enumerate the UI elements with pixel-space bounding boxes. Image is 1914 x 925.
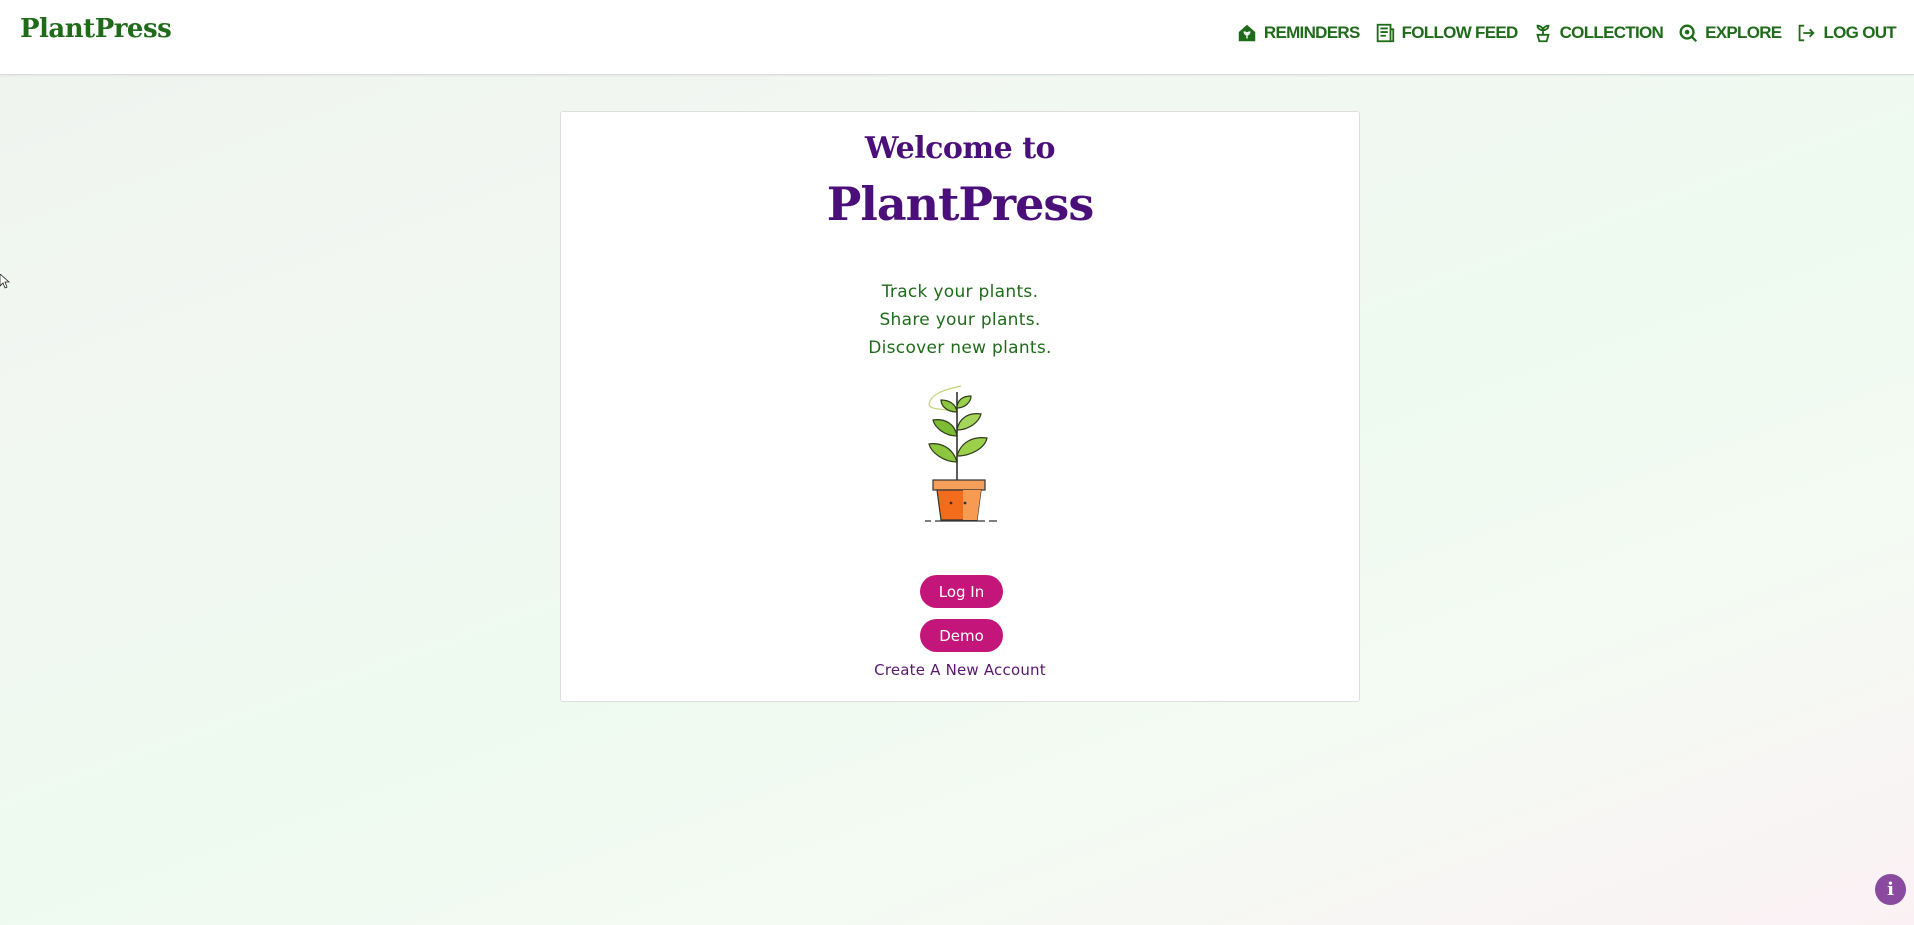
demo-button[interactable]: Demo <box>920 619 1003 652</box>
logout-icon <box>1795 22 1817 44</box>
nav-logout-label: LOG OUT <box>1823 23 1896 42</box>
search-icon <box>1677 22 1699 44</box>
brand-logo[interactable]: PlantPress <box>20 14 172 44</box>
newspaper-icon <box>1374 22 1396 44</box>
home-plant-icon <box>1236 22 1258 44</box>
nav-explore[interactable]: EXPLORE <box>1677 22 1782 44</box>
sprout-icon <box>1532 22 1554 44</box>
tagline-track: Track your plants. <box>881 282 1039 302</box>
nav-reminders[interactable]: REMINDERS <box>1236 22 1360 44</box>
nav-links: REMINDERS FOLLOW FEED COLLECTION EXPLORE… <box>1236 20 1897 46</box>
potted-plant-illustration <box>923 382 1003 524</box>
page-title: PlantPress <box>826 177 1094 231</box>
nav-collection[interactable]: COLLECTION <box>1532 22 1664 44</box>
mouse-cursor-icon <box>0 274 10 289</box>
nav-follow-feed[interactable]: FOLLOW FEED <box>1374 22 1518 44</box>
nav-logout[interactable]: LOG OUT <box>1795 22 1897 44</box>
nav-explore-label: EXPLORE <box>1705 23 1782 42</box>
nav-collection-label: COLLECTION <box>1559 23 1664 42</box>
tagline-share: Share your plants. <box>879 310 1041 330</box>
nav-follow-feed-label: FOLLOW FEED <box>1401 23 1519 42</box>
info-icon: i <box>1887 879 1894 900</box>
taglines: Track your plants. Share your plants. Di… <box>561 278 1359 362</box>
top-navbar: PlantPress REMINDERS FOLLOW FEED COLLECT… <box>0 0 1914 75</box>
welcome-card: Welcome to PlantPress Track your plants.… <box>560 111 1360 702</box>
nav-reminders-label: REMINDERS <box>1263 23 1360 42</box>
info-button[interactable]: i <box>1875 874 1906 905</box>
login-button[interactable]: Log In <box>920 575 1003 608</box>
create-account-link[interactable]: Create A New Account <box>561 661 1359 679</box>
welcome-heading: Welcome to <box>864 131 1056 166</box>
tagline-discover: Discover new plants. <box>868 338 1052 358</box>
